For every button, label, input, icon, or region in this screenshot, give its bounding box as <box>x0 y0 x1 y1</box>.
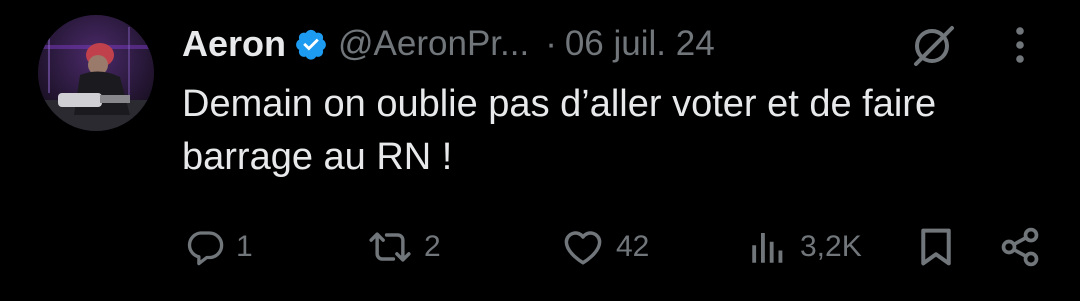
more-icon[interactable] <box>1000 22 1040 68</box>
tweet-date[interactable]: 06 juil. 24 <box>565 24 715 64</box>
bookmark-icon <box>916 225 956 269</box>
bookmark-button[interactable] <box>916 222 956 272</box>
share-button[interactable] <box>998 222 1042 272</box>
views-count: 3,2K <box>800 230 862 263</box>
reply-icon <box>184 226 226 268</box>
reply-button[interactable]: 1 <box>184 222 253 272</box>
handle[interactable]: @AeronPr... <box>338 24 529 64</box>
tweet[interactable]: Aeron @AeronPr... · 06 juil. 24 Demain o… <box>0 0 1080 301</box>
views-icon <box>746 226 790 268</box>
tweet-header: Aeron @AeronPr... · 06 juil. 24 <box>182 18 715 70</box>
repost-button[interactable]: 2 <box>366 222 441 272</box>
like-icon <box>560 226 606 268</box>
like-button[interactable]: 42 <box>560 222 649 272</box>
avatar[interactable] <box>38 15 154 131</box>
verified-badge-icon <box>294 27 328 61</box>
repost-icon <box>366 226 414 268</box>
repost-count: 2 <box>424 230 441 263</box>
grok-icon[interactable] <box>908 20 958 70</box>
display-name[interactable]: Aeron <box>182 23 286 65</box>
separator: · <box>545 24 557 63</box>
views-button[interactable]: 3,2K <box>746 222 862 272</box>
tweet-text: Demain on oublie pas d’aller voter et de… <box>182 83 937 178</box>
reply-count: 1 <box>236 230 253 263</box>
share-icon <box>998 225 1042 269</box>
like-count: 42 <box>616 230 650 263</box>
